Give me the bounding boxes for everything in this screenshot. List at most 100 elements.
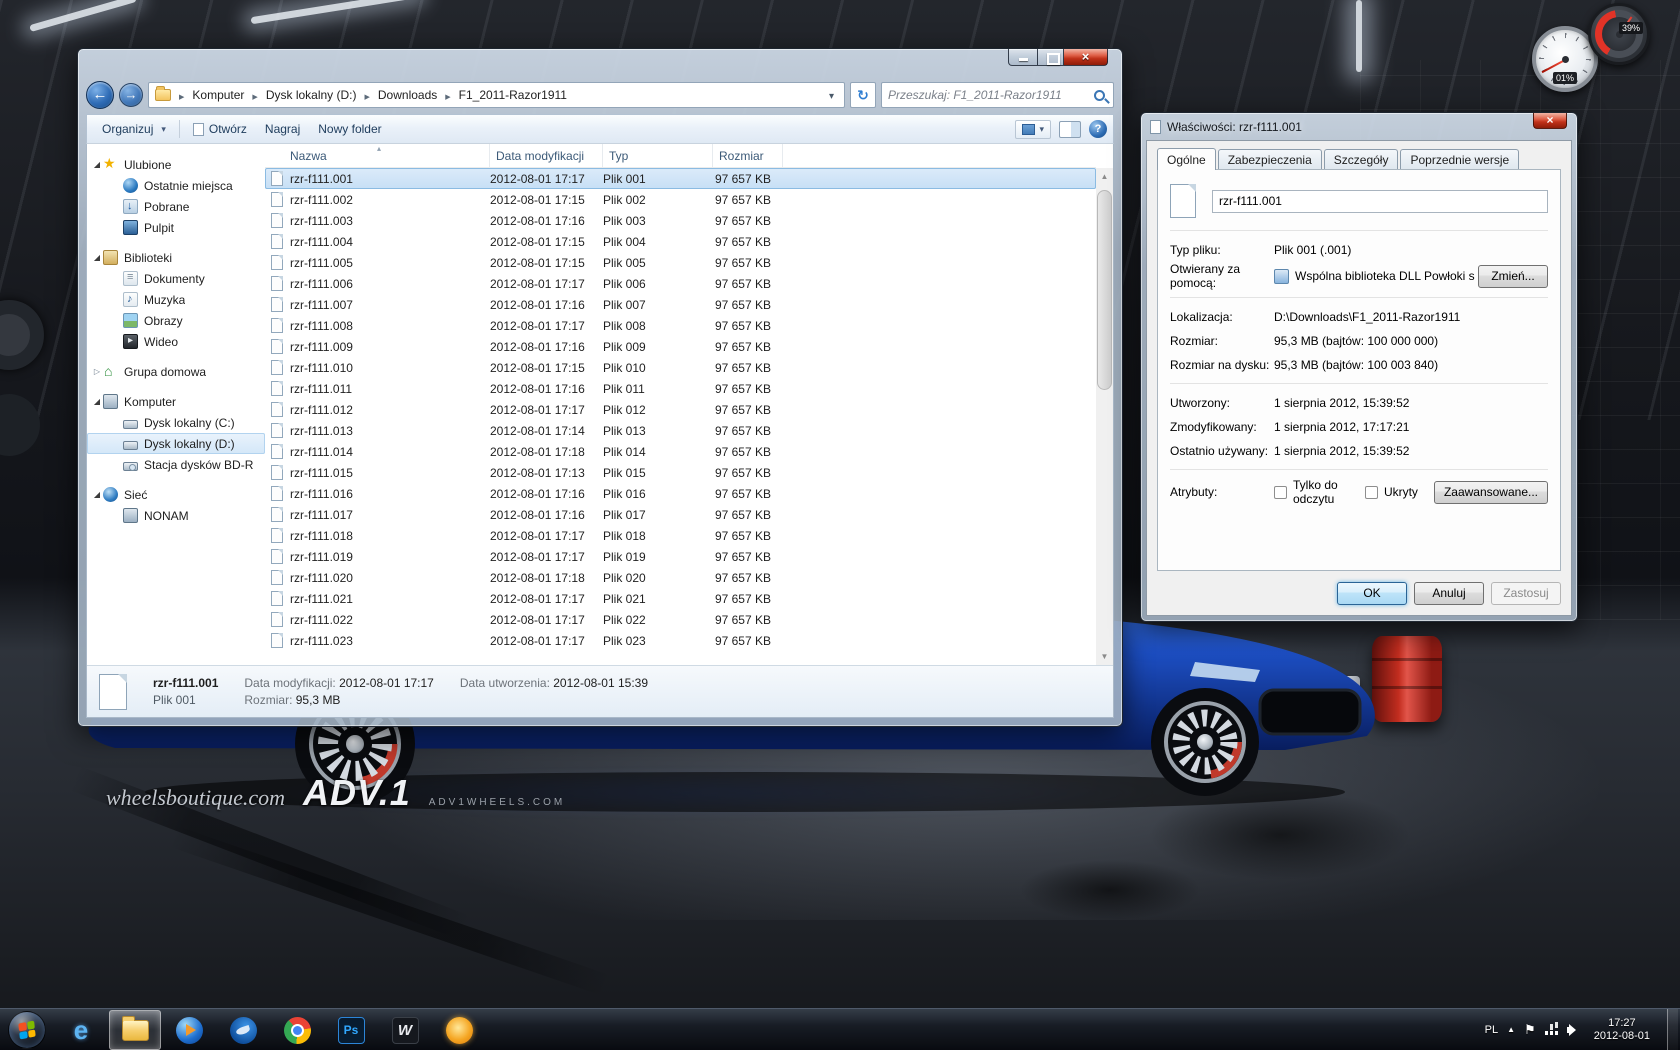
file-row[interactable]: rzr-f111.023 2012-08-01 17:17 Plik 023 9… [265,630,1096,651]
taskbar-app-button[interactable] [217,1010,269,1050]
explorer-titlebar[interactable] [78,49,1122,79]
sidebar-item[interactable]: Sieć [87,484,265,505]
expander-icon[interactable] [91,397,103,406]
taskbar-app-button[interactable] [163,1010,215,1050]
help-button[interactable]: ? [1089,120,1107,138]
taskbar-app-button[interactable] [55,1010,107,1050]
search-icon[interactable] [1094,90,1105,101]
new-folder-button[interactable]: Nowy folder [309,118,390,140]
readonly-label[interactable]: Tylko do odczytu [1293,478,1349,506]
sidebar-item[interactable]: Pulpit [87,217,265,238]
scroll-down-arrow[interactable]: ▼ [1096,648,1113,665]
language-indicator[interactable]: PL [1485,1024,1498,1036]
sidebar-item[interactable]: NONAM [87,505,265,526]
file-row[interactable]: rzr-f111.014 2012-08-01 17:18 Plik 014 9… [265,441,1096,462]
ok-button[interactable]: OK [1337,582,1407,605]
apply-button[interactable]: Zastosuj [1491,582,1561,605]
breadcrumb-item[interactable]: Komputer [190,86,246,104]
sidebar-item[interactable]: Obrazy [87,310,265,331]
sidebar-item[interactable]: Dokumenty [87,268,265,289]
taskbar-app-button[interactable] [433,1010,485,1050]
file-row[interactable]: rzr-f111.007 2012-08-01 17:16 Plik 007 9… [265,294,1096,315]
hidden-label[interactable]: Ukryty [1384,485,1418,499]
scrollbar-thumb[interactable] [1097,190,1112,390]
start-button[interactable] [8,1011,46,1049]
vertical-scrollbar[interactable]: ▲ ▼ [1096,168,1113,665]
clock[interactable]: 17:27 2012-08-01 [1594,1017,1650,1043]
file-row[interactable]: rzr-f111.015 2012-08-01 17:13 Plik 015 9… [265,462,1096,483]
scroll-up-arrow[interactable]: ▲ [1096,168,1113,185]
column-header-name[interactable]: Nazwa [265,144,490,167]
organize-menu[interactable]: Organizuj [93,118,175,140]
sidebar-item[interactable]: Stacja dysków BD-R [87,454,265,475]
show-desktop-button[interactable] [1667,1009,1678,1050]
maximize-button[interactable] [1037,49,1064,66]
file-row[interactable]: rzr-f111.011 2012-08-01 17:16 Plik 011 9… [265,378,1096,399]
file-row[interactable]: rzr-f111.016 2012-08-01 17:16 Plik 016 9… [265,483,1096,504]
breadcrumb[interactable]: Komputer Dysk lokalny (D:) Downloads [148,82,845,108]
expander-icon[interactable] [91,160,103,169]
open-button[interactable]: Otwórz [184,118,256,140]
minimize-button[interactable] [1008,49,1037,66]
advanced-button[interactable]: Zaawansowane... [1434,481,1548,504]
expander-icon[interactable] [91,253,103,262]
sidebar-item[interactable]: Ulubione [87,154,265,175]
expander-icon[interactable] [91,367,103,376]
preview-pane-button[interactable] [1059,121,1081,138]
column-header-size[interactable]: Rozmiar [713,144,783,167]
file-row[interactable]: rzr-f111.003 2012-08-01 17:16 Plik 003 9… [265,210,1096,231]
refresh-button[interactable] [850,82,876,108]
taskbar-app-button[interactable] [109,1010,161,1050]
sidebar-item[interactable]: Wideo [87,331,265,352]
close-button[interactable] [1064,49,1108,66]
file-row[interactable]: rzr-f111.005 2012-08-01 17:15 Plik 005 9… [265,252,1096,273]
file-row[interactable]: rzr-f111.013 2012-08-01 17:14 Plik 013 9… [265,420,1096,441]
file-row[interactable]: rzr-f111.010 2012-08-01 17:15 Plik 010 9… [265,357,1096,378]
change-view-button[interactable] [1015,120,1051,139]
expander-icon[interactable] [91,490,103,499]
file-row[interactable]: rzr-f111.009 2012-08-01 17:16 Plik 009 9… [265,336,1096,357]
file-row[interactable]: rzr-f111.002 2012-08-01 17:15 Plik 002 9… [265,189,1096,210]
dialog-titlebar[interactable]: Właściwości: rzr-f111.001 [1141,113,1577,140]
network-icon[interactable] [1545,1024,1558,1035]
volume-icon[interactable] [1567,1024,1581,1036]
breadcrumb-item[interactable]: F1_2011-Razor1911 [457,86,569,104]
file-row[interactable]: rzr-f111.019 2012-08-01 17:17 Plik 019 9… [265,546,1096,567]
sidebar-item[interactable]: Pobrane [87,196,265,217]
sidebar-item[interactable]: Dysk lokalny (D:) [87,433,265,454]
taskbar-app-button[interactable] [271,1010,323,1050]
ram-meter-gadget[interactable]: 39% [1588,3,1650,65]
sidebar-item[interactable]: Ostatnie miejsca [87,175,265,196]
properties-tab[interactable]: Zabezpieczenia [1218,149,1322,171]
change-button[interactable]: Zmień... [1478,265,1548,288]
file-row[interactable]: rzr-f111.022 2012-08-01 17:17 Plik 022 9… [265,609,1096,630]
burn-button[interactable]: Nagraj [256,118,309,140]
breadcrumb-dropdown-icon[interactable] [823,88,840,102]
cancel-button[interactable]: Anuluj [1414,582,1484,605]
search-input[interactable]: Przeszukaj: F1_2011-Razor1911 [881,82,1114,108]
file-row[interactable]: rzr-f111.017 2012-08-01 17:16 Plik 017 9… [265,504,1096,525]
properties-tab[interactable]: Ogólne [1157,148,1216,170]
breadcrumb-item[interactable]: Downloads [376,86,439,104]
filename-field[interactable]: rzr-f111.001 [1212,190,1548,213]
readonly-checkbox[interactable] [1274,486,1287,499]
taskbar-app-button[interactable] [325,1010,377,1050]
column-header-type[interactable]: Typ [603,144,713,167]
file-row[interactable]: rzr-f111.021 2012-08-01 17:17 Plik 021 9… [265,588,1096,609]
properties-tab[interactable]: Poprzednie wersje [1400,149,1519,171]
back-button[interactable] [86,81,114,109]
hidden-icons-chevron[interactable] [1507,1025,1515,1034]
file-row[interactable]: rzr-f111.020 2012-08-01 17:18 Plik 020 9… [265,567,1096,588]
properties-tab[interactable]: Szczegóły [1324,149,1399,171]
sidebar-item[interactable]: Grupa domowa [87,361,265,382]
sidebar-item[interactable]: Komputer [87,391,265,412]
file-row[interactable]: rzr-f111.004 2012-08-01 17:15 Plik 004 9… [265,231,1096,252]
file-row[interactable]: rzr-f111.018 2012-08-01 17:17 Plik 018 9… [265,525,1096,546]
sidebar-item[interactable]: Muzyka [87,289,265,310]
action-center-icon[interactable] [1524,1022,1536,1038]
sidebar-item[interactable]: Biblioteki [87,247,265,268]
column-header-modified[interactable]: Data modyfikacji [490,144,603,167]
file-row[interactable]: rzr-f111.008 2012-08-01 17:17 Plik 008 9… [265,315,1096,336]
file-row[interactable]: rzr-f111.006 2012-08-01 17:17 Plik 006 9… [265,273,1096,294]
sidebar-item[interactable]: Dysk lokalny (C:) [87,412,265,433]
